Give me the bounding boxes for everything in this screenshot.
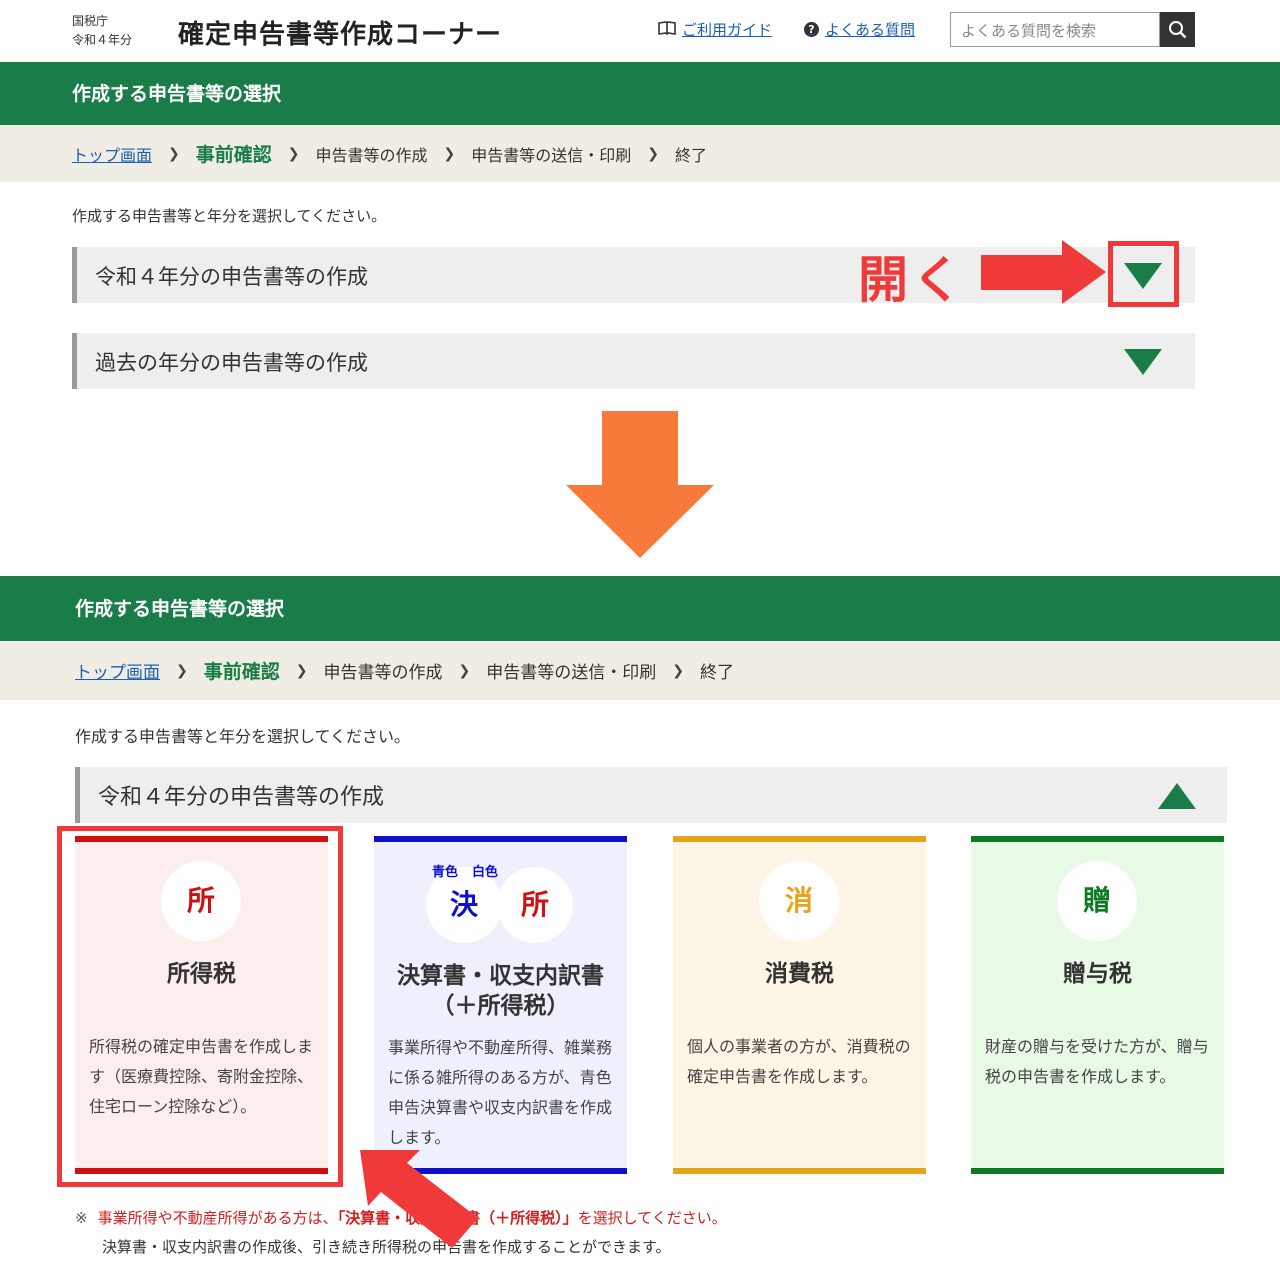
note-recommendation: ※ 事業所得や不動産所得がある方は、「決算書・収支内訳書（＋所得税）」を選択してく… bbox=[75, 1207, 727, 1228]
accordion-past-years[interactable]: 過去の年分の申告書等の作成 bbox=[72, 333, 1195, 389]
card-gift-tax[interactable]: 贈 贈与税 財産の贈与を受けた方が、贈与税の申告書を作成します。 bbox=[971, 836, 1224, 1174]
guide-link[interactable]: ご利用ガイド bbox=[658, 19, 772, 40]
breadcrumb-step: 終了 bbox=[675, 145, 708, 165]
breadcrumb-expanded: トップ画面 ❯ 事前確認 ❯ 申告書等の作成 ❯ 申告書等の送信・印刷 ❯ 終了 bbox=[0, 641, 1280, 700]
agency-label: 国税庁 令和４年分 bbox=[72, 12, 132, 50]
accordion-label: 令和４年分の申告書等の作成 bbox=[98, 785, 385, 810]
income-tax-icon: 所 bbox=[497, 867, 573, 943]
note-text: 事業所得や不動産所得がある方は、 bbox=[97, 1209, 338, 1227]
chevron-right-icon: ❯ bbox=[168, 145, 180, 162]
breadcrumb-current: 事前確認 bbox=[195, 144, 272, 166]
breadcrumb-top[interactable]: トップ画面 bbox=[75, 658, 160, 683]
card-title: 決算書・収支内訳書 bbox=[397, 963, 604, 989]
chevron-right-icon: ❯ bbox=[176, 662, 188, 679]
card-description: 事業所得や不動産所得、雑業務に係る雑所得のある方が、青色申告決算書や収支内訳書を… bbox=[388, 1038, 613, 1147]
card-financial-statement[interactable]: 所 決 青色 白色 決算書・収支内訳書 （＋所得税） 事業所得や不動産所得、雑業… bbox=[374, 836, 627, 1174]
note-text: を選択してください。 bbox=[577, 1209, 727, 1227]
card-top-bar bbox=[673, 836, 926, 842]
accordion-label: 過去の年分の申告書等の作成 bbox=[95, 351, 368, 375]
card-bottom-bar bbox=[971, 1168, 1224, 1174]
card-title: 消費税 bbox=[765, 961, 834, 987]
breadcrumb-current: 事前確認 bbox=[203, 661, 280, 683]
note-emphasis: 「決算書・収支内訳書（＋所得税）」 bbox=[337, 1209, 578, 1227]
expand-icon[interactable] bbox=[1124, 349, 1162, 375]
instruction-text: 作成する申告書等と年分を選択してください。 bbox=[75, 727, 411, 746]
page-title-expanded: 作成する申告書等の選択 bbox=[0, 576, 1280, 641]
card-bottom-bar bbox=[374, 1168, 627, 1174]
app-title: 確定申告書等作成コーナー bbox=[178, 20, 503, 50]
guide-link-label[interactable]: ご利用ガイド bbox=[682, 19, 772, 40]
annotation-open-label: 開く bbox=[858, 251, 966, 309]
page-title: 作成する申告書等の選択 bbox=[0, 62, 1280, 125]
breadcrumb: トップ画面 ❯ 事前確認 ❯ 申告書等の作成 ❯ 申告書等の送信・印刷 ❯ 終了 bbox=[0, 125, 1280, 182]
breadcrumb-step: 終了 bbox=[699, 663, 734, 683]
card-top-bar bbox=[374, 836, 627, 842]
chevron-right-icon: ❯ bbox=[443, 145, 456, 162]
breadcrumb-step: 申告書等の送信・印刷 bbox=[471, 145, 632, 165]
chevron-right-icon: ❯ bbox=[458, 662, 471, 679]
instruction-text: 作成する申告書等と年分を選択してください。 bbox=[72, 207, 387, 225]
chevron-right-icon: ❯ bbox=[647, 145, 659, 162]
accordion-current-year-open[interactable]: 令和４年分の申告書等の作成 bbox=[75, 767, 1227, 823]
search-button[interactable] bbox=[1160, 12, 1195, 47]
annotation-card-highlight bbox=[57, 826, 343, 1187]
book-icon bbox=[658, 20, 676, 39]
breadcrumb-step: 申告書等の作成 bbox=[323, 663, 443, 683]
chevron-right-icon: ❯ bbox=[287, 145, 300, 162]
accordion-current-year[interactable]: 令和４年分の申告書等の作成 bbox=[72, 247, 1195, 303]
white-return-tag: 白色 bbox=[472, 865, 499, 880]
breadcrumb-top[interactable]: トップ画面 bbox=[72, 142, 152, 166]
breadcrumb-step: 申告書等の作成 bbox=[315, 145, 428, 165]
note-mark: ※ bbox=[75, 1209, 88, 1227]
card-bottom-bar bbox=[673, 1168, 926, 1174]
consumption-tax-icon: 消 bbox=[759, 861, 839, 941]
card-title: 贈与税 bbox=[1063, 961, 1132, 987]
card-description: 財産の贈与を受けた方が、贈与税の申告書を作成します。 bbox=[985, 1037, 1209, 1086]
accordion-label: 令和４年分の申告書等の作成 bbox=[95, 265, 368, 289]
annotation-arrow-down bbox=[566, 411, 714, 558]
card-top-bar bbox=[971, 836, 1224, 842]
gift-tax-icon: 贈 bbox=[1057, 861, 1137, 941]
site-header: 国税庁 令和４年分 確定申告書等作成コーナー ご利用ガイド ? よくある質問 よ… bbox=[0, 0, 1280, 62]
chevron-right-icon: ❯ bbox=[672, 662, 684, 679]
card-subtitle: （＋所得税） bbox=[431, 993, 570, 1019]
faq-link-label[interactable]: よくある質問 bbox=[825, 19, 915, 40]
collapse-icon[interactable] bbox=[1158, 783, 1196, 809]
agency-name: 国税庁 bbox=[72, 14, 109, 28]
blue-return-tag: 青色 bbox=[432, 865, 459, 880]
breadcrumb-step: 申告書等の送信・印刷 bbox=[486, 663, 657, 683]
question-icon: ? bbox=[804, 22, 819, 37]
card-description: 個人の事業者の方が、消費税の確定申告書を作成します。 bbox=[687, 1037, 911, 1086]
search-input[interactable]: よくある質問を検索 bbox=[950, 12, 1160, 47]
faq-link[interactable]: ? よくある質問 bbox=[804, 19, 915, 40]
search-icon bbox=[1169, 21, 1187, 39]
note-followup: 決算書・収支内訳書の作成後、引き続き所得税の申告書を作成することができます。 bbox=[102, 1238, 671, 1256]
annotation-highlight-box bbox=[1108, 241, 1179, 307]
tax-year: 令和４年分 bbox=[72, 33, 133, 47]
card-consumption-tax[interactable]: 消 消費税 個人の事業者の方が、消費税の確定申告書を作成します。 bbox=[673, 836, 926, 1174]
chevron-right-icon: ❯ bbox=[295, 662, 308, 679]
